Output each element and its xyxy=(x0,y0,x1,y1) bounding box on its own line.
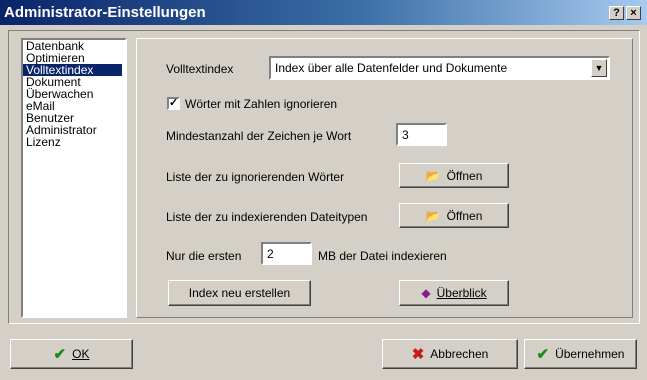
overview-label: Überblick xyxy=(436,286,487,300)
nav-items: Datenbank Optimieren Volltextindex Dokument… xyxy=(23,40,125,148)
index-dropdown[interactable]: Index über alle Datenfelder und Dokument… xyxy=(269,56,610,80)
check-icon: ✔ xyxy=(53,346,67,363)
window-title: Administrator-Einstellungen xyxy=(4,4,206,21)
index-label: Volltextindex xyxy=(166,62,234,76)
first-mb-suffix: MB der Datei indexieren xyxy=(318,249,447,263)
cancel-button[interactable]: ✖ Abbrechen xyxy=(382,339,518,369)
open-ignore-words-button[interactable]: 📂 Öffnen xyxy=(399,163,509,188)
help-button[interactable]: ? xyxy=(609,6,624,20)
settings-window: Administrator-Einstellungen ? × Datenban… xyxy=(0,0,647,380)
open-ignore-words-label: Öffnen xyxy=(446,168,483,183)
settings-nav-list[interactable]: Datenbank Optimieren Volltextindex Dokument… xyxy=(21,38,127,318)
apply-button[interactable]: ✔ Übernehmen xyxy=(524,339,637,369)
cancel-label: Abbrechen xyxy=(430,347,489,361)
min-chars-input[interactable]: 3 xyxy=(396,123,447,146)
index-dropdown-value: Index über alle Datenfelder und Dokument… xyxy=(275,61,508,75)
first-mb-input[interactable]: 2 xyxy=(261,242,312,265)
min-chars-label: Mindestanzahl der Zeichen je Wort xyxy=(166,129,352,143)
open-filetypes-button[interactable]: 📂 Öffnen xyxy=(399,203,509,228)
overview-button[interactable]: ◆ Überblick xyxy=(399,280,509,306)
open-filetypes-label: Öffnen xyxy=(446,208,483,223)
rebuild-index-button[interactable]: Index neu erstellen xyxy=(168,280,311,306)
apply-label: Übernehmen xyxy=(555,347,625,361)
nav-item[interactable]: Lizenz xyxy=(23,136,125,148)
first-mb-label: Nur die ersten xyxy=(166,249,242,263)
title-bar: Administrator-Einstellungen ? × xyxy=(0,0,647,25)
book-icon: ◆ xyxy=(421,286,431,300)
volltextindex-panel: Volltextindex Index über alle Datenfelde… xyxy=(136,38,633,318)
filetypes-label: Liste der zu indexierenden Dateitypen xyxy=(166,210,368,224)
rebuild-index-label: Index neu erstellen xyxy=(188,286,291,300)
ok-button[interactable]: ✔ OK xyxy=(10,339,133,369)
ignore-words-label: Liste der zu ignorierenden Wörter xyxy=(166,170,345,184)
close-button[interactable]: × xyxy=(626,6,641,20)
check-icon: ✔ xyxy=(536,346,550,363)
ignore-numbers-label: Wörter mit Zahlen ignorieren xyxy=(185,97,338,111)
ignore-numbers-checkbox[interactable]: ✓ xyxy=(167,97,180,110)
folder-icon: 📂 xyxy=(425,168,441,183)
cross-icon: ✖ xyxy=(411,346,425,363)
ok-label: OK xyxy=(72,347,90,361)
chevron-down-icon[interactable]: ▼ xyxy=(591,59,607,77)
folder-icon: 📂 xyxy=(425,208,441,223)
